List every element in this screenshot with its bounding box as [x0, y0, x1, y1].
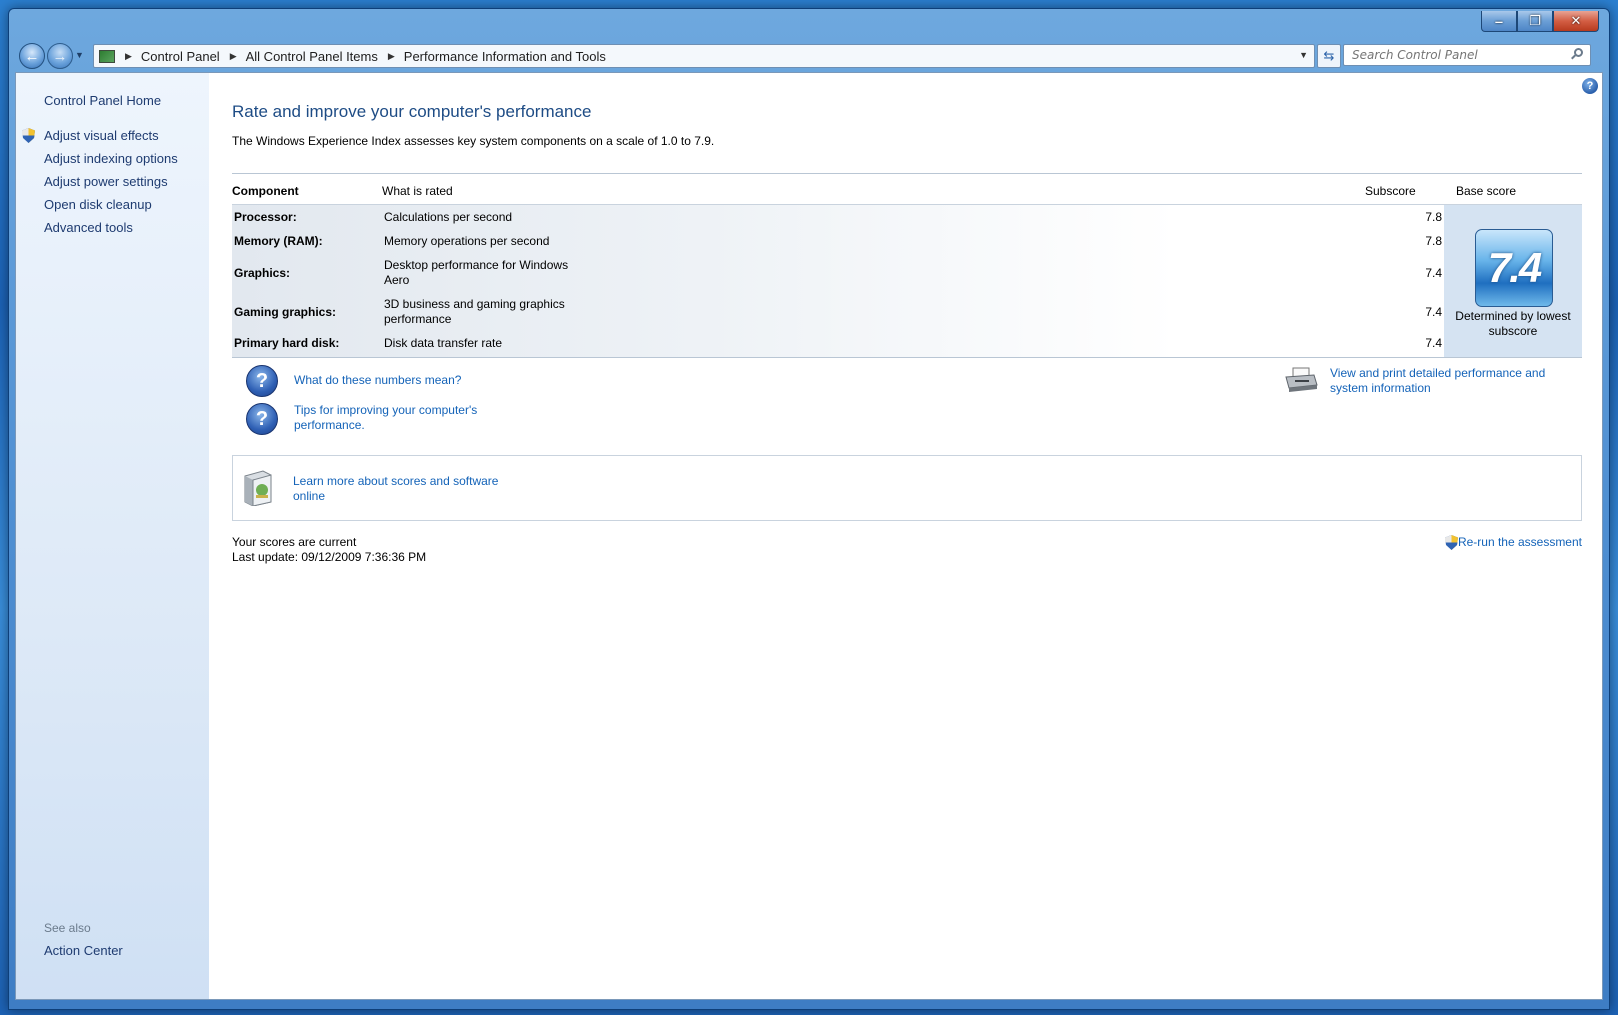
view-print-details-link[interactable]: View and print detailed performance and … — [1330, 366, 1550, 396]
base-score-caption: Determined by lowest subscore — [1455, 309, 1571, 338]
scores-current-text: Your scores are current — [232, 535, 357, 549]
software-box-icon — [244, 470, 272, 506]
component-name: Processor: — [234, 210, 297, 224]
chevron-right-icon[interactable]: ▶ — [388, 51, 395, 62]
back-button[interactable]: ← — [19, 43, 45, 69]
help-question-icon: ? — [246, 403, 278, 435]
last-update-text: Last update: 09/12/2009 7:36:36 PM — [232, 550, 427, 564]
arrow-left-icon: ← — [24, 47, 40, 65]
task-pane: Control Panel Home Adjust visual effects… — [16, 73, 209, 999]
forward-button[interactable]: → — [47, 43, 73, 69]
control-panel-icon — [99, 49, 115, 63]
page-title: Rate and improve your computer's perform… — [232, 102, 592, 121]
header-component: Component — [232, 184, 299, 198]
header-base-score: Base score — [1456, 184, 1517, 198]
breadcrumb-current[interactable]: Performance Information and Tools — [404, 49, 606, 64]
sidebar-item-action-center[interactable]: Action Center — [44, 943, 123, 958]
what-is-rated: Desktop performance for Windows Aero — [384, 258, 569, 287]
chevron-right-icon[interactable]: ▶ — [125, 51, 132, 62]
chevron-down-icon[interactable]: ▼ — [1299, 50, 1308, 60]
subscore-value: 7.8 — [1418, 234, 1446, 248]
numbers-meaning-link[interactable]: What do these numbers mean? — [294, 373, 461, 388]
assessment-status: Your scores are current Last update: 09/… — [232, 535, 426, 565]
component-name: Graphics: — [234, 266, 291, 280]
component-name: Gaming graphics: — [234, 305, 337, 319]
content-pane: Rate and improve your computer's perform… — [232, 73, 1582, 999]
printer-icon — [1285, 367, 1318, 392]
header-subscore: Subscore — [1365, 184, 1416, 198]
subscore-value: 7.4 — [1418, 336, 1446, 350]
component-name: Primary hard disk: — [234, 336, 340, 350]
help-icon[interactable]: ? — [1582, 78, 1598, 94]
sidebar-item-advanced-tools[interactable]: Advanced tools — [44, 220, 133, 235]
rerun-assessment-link[interactable]: Re-run the assessment — [1458, 535, 1582, 550]
learn-more-box: Learn more about scores and software onl… — [232, 455, 1582, 521]
subscore-value: 7.4 — [1418, 266, 1446, 280]
rerun-assessment[interactable]: Re-run the assessment — [1444, 535, 1582, 550]
search-input[interactable] — [1343, 44, 1591, 66]
subscore-value: 7.8 — [1418, 210, 1446, 224]
what-is-rated: Memory operations per second — [384, 234, 550, 248]
page-description: The Windows Experience Index assesses ke… — [232, 134, 715, 148]
recent-pages-dropdown[interactable]: ▼ — [75, 50, 84, 60]
caption-buttons: ‒ ❐ ✕ — [1481, 11, 1599, 32]
chevron-right-icon[interactable]: ▶ — [230, 51, 237, 62]
sidebar-item-control-panel-home[interactable]: Control Panel Home — [44, 93, 161, 108]
score-table: Component What is rated Subscore Base sc… — [232, 173, 1582, 358]
breadcrumb-all-items[interactable]: All Control Panel Items — [246, 49, 378, 64]
breadcrumb-control-panel[interactable]: Control Panel — [141, 49, 220, 64]
search-icon[interactable] — [1574, 48, 1583, 57]
minimize-button[interactable]: ‒ — [1481, 11, 1517, 32]
client-area: Control Panel Home Adjust visual effects… — [15, 72, 1603, 1000]
component-name: Memory (RAM): — [234, 234, 323, 248]
maximize-button[interactable]: ❐ — [1517, 11, 1553, 32]
base-score-badge: 7.4 — [1475, 229, 1553, 307]
subscore-value: 7.4 — [1418, 305, 1446, 319]
tips-link[interactable]: Tips for improving your computer's perfo… — [294, 403, 494, 433]
what-is-rated: Calculations per second — [384, 210, 513, 224]
score-table-body: Processor: Calculations per second 7.8 M… — [232, 205, 1582, 358]
what-is-rated: 3D business and gaming graphics performa… — [384, 297, 565, 326]
sidebar-item-open-disk-cleanup[interactable]: Open disk cleanup — [44, 197, 152, 212]
base-score-panel: 7.4 Determined by lowest subscore — [1444, 205, 1582, 357]
learn-more-online-link[interactable]: Learn more about scores and software onl… — [293, 474, 513, 504]
see-also-heading: See also — [44, 921, 91, 935]
refresh-button[interactable]: ⇆ — [1317, 44, 1341, 68]
address-bar: ← → ▼ ▶ Control Panel ▶ All Control Pane… — [17, 42, 1601, 70]
header-what-is-rated: What is rated — [382, 184, 453, 198]
uac-shield-icon — [22, 128, 35, 143]
window-frame: ‒ ❐ ✕ ← → ▼ ▶ Control Panel ▶ All Contro… — [8, 8, 1610, 1010]
help-question-icon: ? — [246, 365, 278, 397]
arrow-right-icon: → — [52, 47, 68, 65]
close-button[interactable]: ✕ — [1553, 11, 1599, 32]
sidebar-item-adjust-visual-effects[interactable]: Adjust visual effects — [44, 128, 159, 143]
sidebar-item-adjust-power-settings[interactable]: Adjust power settings — [44, 174, 168, 189]
refresh-icon: ⇆ — [1323, 48, 1335, 63]
what-is-rated: Disk data transfer rate — [384, 336, 503, 350]
sidebar-item-adjust-indexing-options[interactable]: Adjust indexing options — [44, 151, 178, 166]
uac-shield-icon — [1444, 535, 1458, 550]
breadcrumb[interactable]: ▶ Control Panel ▶ All Control Panel Item… — [93, 44, 1315, 68]
score-table-header: Component What is rated Subscore Base sc… — [232, 174, 1582, 205]
